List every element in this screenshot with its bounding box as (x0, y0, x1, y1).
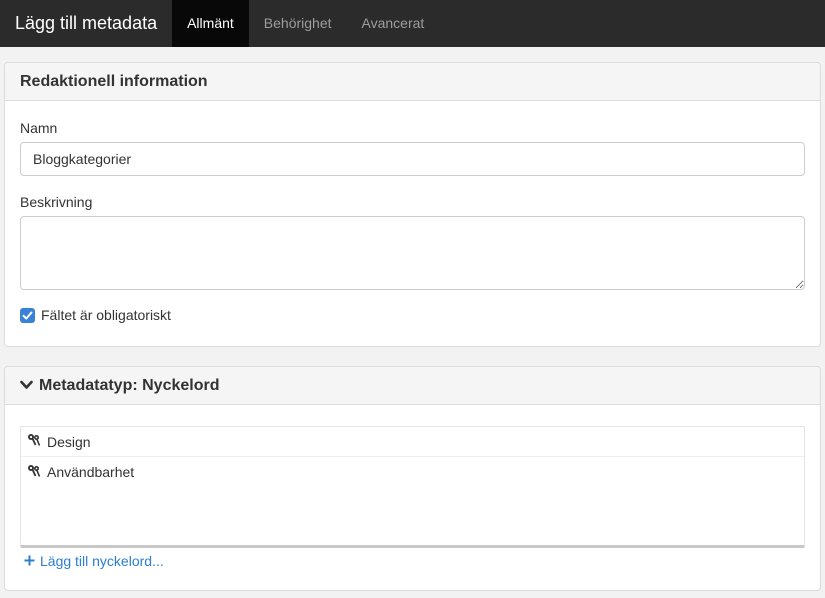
required-row[interactable]: Fältet är obligatoriskt (20, 307, 171, 323)
required-label: Fältet är obligatoriskt (41, 307, 171, 323)
keyword-label: Användbarhet (47, 464, 135, 480)
editorial-panel-heading: Redaktionell information (5, 63, 820, 101)
tab-avancerat[interactable]: Avancerat (347, 0, 440, 47)
add-keyword-label: Lägg till nyckelord... (40, 553, 164, 569)
plus-icon (24, 553, 35, 569)
keyword-list: Design Användbarhet (20, 426, 805, 548)
metadata-type-panel: Metadatatyp: Nyckelord Design Användbarh… (4, 366, 821, 591)
editorial-panel: Redaktionell information Namn Beskrivnin… (4, 62, 821, 347)
top-navbar: Lägg till metadata Allmänt Behörighet Av… (0, 0, 825, 47)
name-input[interactable] (20, 142, 805, 176)
required-checkbox[interactable] (20, 307, 35, 323)
chevron-down-icon[interactable] (20, 367, 33, 405)
keyword-item-design[interactable]: Design (21, 427, 804, 457)
keys-icon (27, 433, 41, 450)
app-title: Lägg till metadata (15, 13, 158, 33)
tab-allmant[interactable]: Allmänt (172, 0, 249, 47)
description-label: Beskrivning (20, 194, 93, 210)
metadata-type-title: Metadatatyp: Nyckelord (39, 376, 220, 394)
tab-behorighet[interactable]: Behörighet (249, 0, 347, 47)
check-icon (22, 311, 33, 319)
name-label: Namn (20, 120, 58, 136)
keyword-item-anvandbarhet[interactable]: Användbarhet (21, 457, 804, 487)
add-keyword-link[interactable]: Lägg till nyckelord... (24, 553, 164, 569)
metadata-type-heading[interactable]: Metadatatyp: Nyckelord (5, 367, 820, 405)
keys-icon (27, 464, 41, 481)
keyword-label: Design (47, 433, 91, 450)
description-textarea[interactable] (20, 216, 805, 290)
